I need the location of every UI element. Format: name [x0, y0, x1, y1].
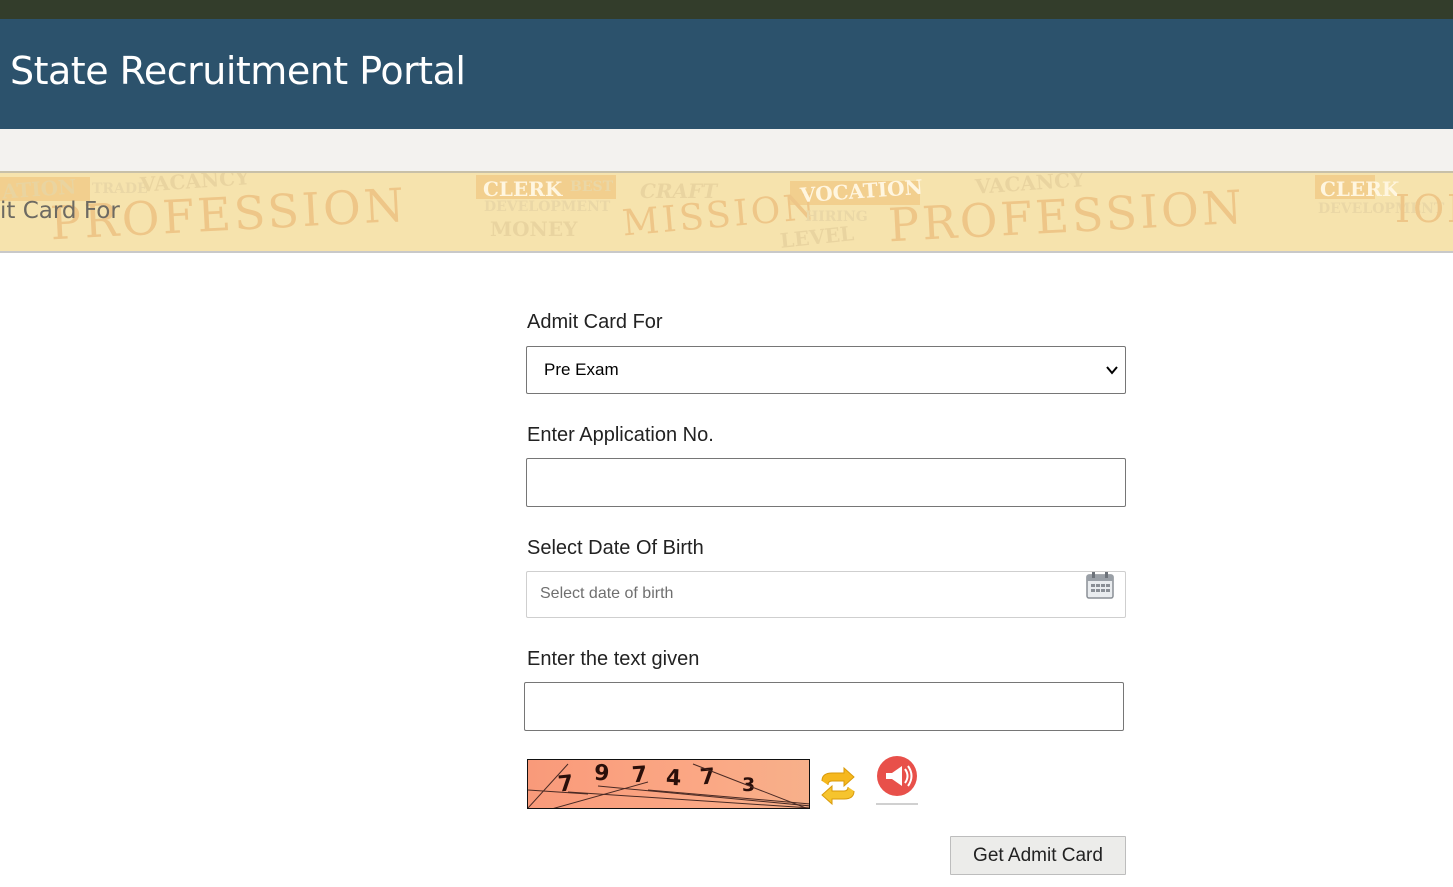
- dob-input[interactable]: Select date of birth: [526, 571, 1126, 618]
- site-title: State Recruitment Portal: [10, 49, 466, 93]
- top-bar: [0, 0, 1453, 19]
- dob-label: Select Date Of Birth: [527, 537, 704, 559]
- captcha-digit: 3: [742, 774, 755, 796]
- nav-strip: [0, 129, 1453, 171]
- audio-captcha-icon[interactable]: [874, 755, 920, 811]
- page-banner: ATION TRADE VACANCY PROFESSION CLERK BES…: [0, 171, 1453, 253]
- calendar-icon[interactable]: [1085, 572, 1115, 600]
- captcha-noise: 7 9 7 4 7 3: [528, 761, 809, 808]
- captcha-image: 7 9 7 4 7 3: [527, 759, 810, 809]
- chevron-down-icon: [1106, 366, 1118, 375]
- banner-watermark: ION: [1395, 187, 1453, 231]
- banner-watermark: CLERK: [483, 177, 563, 201]
- banner-watermark: BEST: [570, 179, 614, 195]
- captcha-digit: 7: [699, 764, 716, 790]
- application-no-input[interactable]: [526, 458, 1126, 507]
- banner-watermark: DEVELOPMENT: [484, 199, 611, 215]
- captcha-digit: 7: [557, 771, 575, 797]
- captcha-label: Enter the text given: [527, 648, 700, 670]
- banner-watermark: MONEY: [490, 217, 578, 241]
- application-no-label: Enter Application No.: [527, 424, 714, 446]
- admit-card-select[interactable]: Pre Exam: [526, 346, 1126, 394]
- banner-title: it Card For: [0, 198, 120, 224]
- banner-watermark: PROFESSION: [886, 179, 1247, 253]
- get-admit-card-button[interactable]: Get Admit Card: [950, 836, 1126, 875]
- site-header: State Recruitment Portal: [0, 19, 1453, 129]
- banner-watermark: CLERK: [1320, 177, 1400, 201]
- dob-placeholder: Select date of birth: [540, 585, 674, 602]
- captcha-input[interactable]: [524, 682, 1124, 731]
- captcha-digit: 9: [593, 761, 610, 787]
- admit-card-selected-value: Pre Exam: [544, 360, 619, 379]
- captcha-digit: 4: [665, 766, 682, 792]
- refresh-captcha-icon[interactable]: [818, 765, 858, 807]
- admit-card-label: Admit Card For: [527, 311, 663, 333]
